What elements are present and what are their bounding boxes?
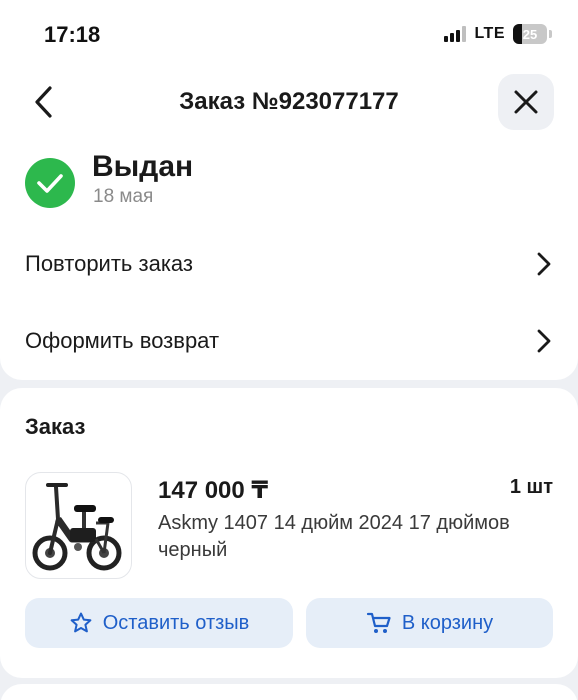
check-circle-icon [25,158,75,208]
return-order-label: Оформить возврат [25,328,220,353]
signal-icon [444,26,467,42]
add-to-cart-button[interactable]: В корзину [306,598,553,648]
electric-bike-image [32,483,122,571]
network-label: LTE [474,25,505,42]
star-icon [70,612,92,633]
repeat-order-row[interactable]: Повторить заказ [0,236,578,292]
battery-icon: 25 [513,24,547,44]
close-icon [514,90,538,114]
next-section-card [0,684,578,700]
status-indicators: LTE 25 [444,24,552,44]
chevron-right-icon [537,252,551,276]
order-status-title: Выдан [92,150,194,183]
chevron-right-icon [537,329,551,353]
battery-level: 25 [522,26,538,42]
repeat-order-label: Повторить заказ [25,251,193,276]
product-price: 147 000 ₸ [158,477,269,504]
add-to-cart-label: В корзину [401,611,494,634]
product-image[interactable] [25,472,132,579]
cart-icon [366,612,391,633]
leave-review-button[interactable]: Оставить отзыв [25,598,293,648]
leave-review-label: Оставить отзыв [102,611,250,634]
close-button[interactable] [498,74,554,130]
status-time: 17:18 [44,22,101,47]
product-quantity: 1 шт [509,476,553,498]
order-status-date: 18 мая [93,186,154,207]
order-header-card: 17:18 LTE 25 Заказ №923077177 Выдан 18 м… [0,0,578,380]
page-title: Заказ №923077177 [179,88,399,115]
section-title: Заказ [25,414,86,439]
order-items-card: Заказ 147 000 ₸ 1 шт Askmy 1407 14 дюйм … [0,388,578,678]
product-name[interactable]: Askmy 1407 14 дюйм 2024 17 дюймов черный [158,510,558,564]
return-order-row[interactable]: Оформить возврат [0,313,578,369]
status-bar: 17:18 LTE 25 [0,0,578,70]
